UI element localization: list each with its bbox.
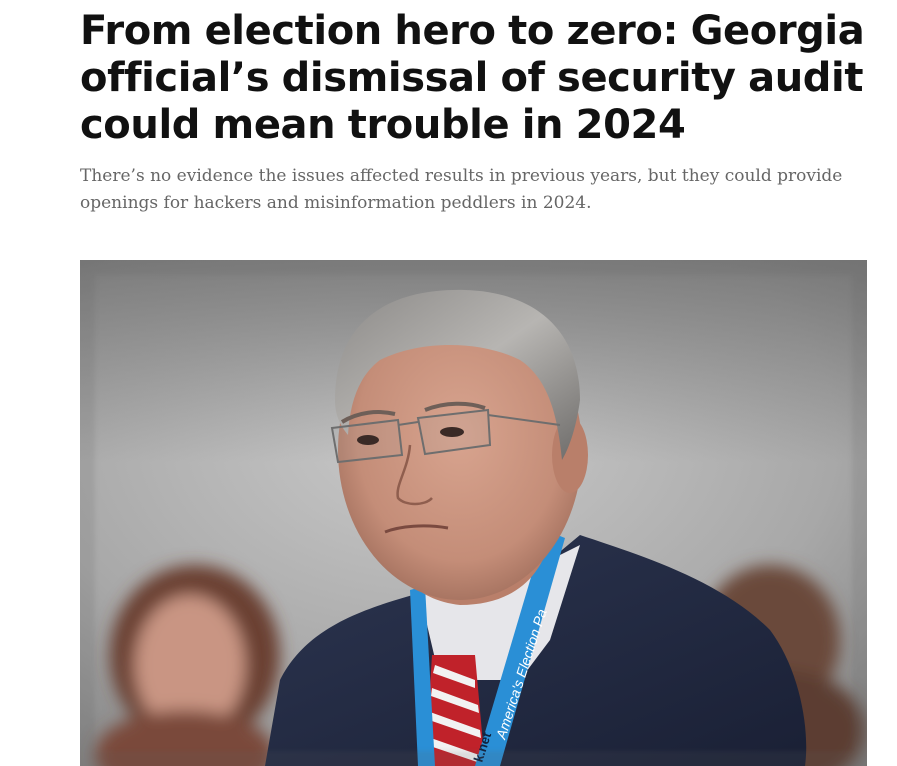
- article-headline: From election hero to zero: Georgia offi…: [80, 8, 865, 148]
- hero-photo: America's Election Pa k.net: [80, 260, 867, 766]
- article-dek: There’s no evidence the issues affected …: [80, 166, 843, 213]
- article-header: From election hero to zero: Georgia offi…: [80, 0, 867, 217]
